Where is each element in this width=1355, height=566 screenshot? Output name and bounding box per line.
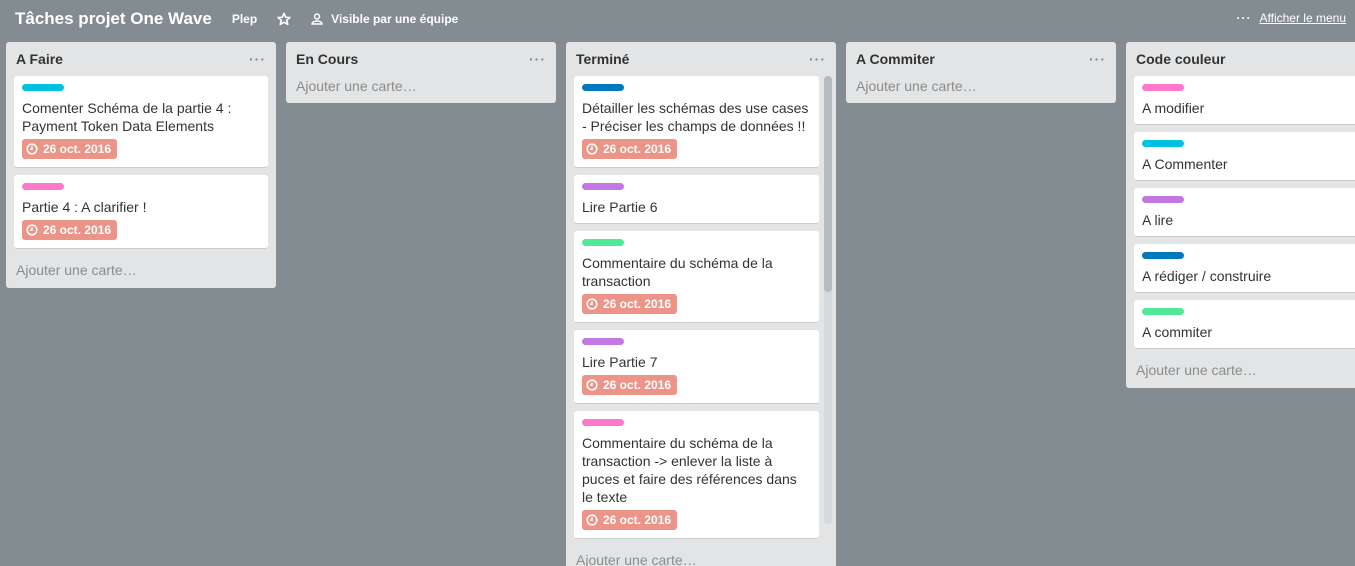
list-header: A Faire ··· (6, 42, 276, 76)
list-menu-icon[interactable]: ··· (1089, 51, 1106, 67)
card-label-blue (582, 84, 624, 91)
list-header: Code couleur (1126, 42, 1355, 76)
due-date: 26 oct. 2016 (603, 513, 672, 527)
list-title[interactable]: A Commiter (856, 51, 935, 67)
card-title: Commentaire du schéma de la transaction (582, 255, 773, 289)
list-scrollbar[interactable] (824, 76, 832, 524)
list-title[interactable]: Terminé (576, 51, 629, 67)
card-label-green (1142, 308, 1184, 315)
due-date: 26 oct. 2016 (43, 142, 112, 156)
clock-icon (586, 298, 598, 310)
cards: Détailler les schémas des use cases - Pr… (566, 76, 836, 539)
card-label-purple (582, 338, 624, 345)
due-date-badge: 26 oct. 2016 (22, 139, 118, 159)
list-en-cours: En Cours ··· Ajouter une carte… (286, 42, 556, 103)
list-termine: Terminé ··· Détailler les schémas des us… (566, 42, 836, 566)
card[interactable]: A modifier (1134, 76, 1355, 125)
board-title[interactable]: Tâches projet One Wave (15, 9, 212, 29)
card-label-green (582, 239, 624, 246)
org-name[interactable]: Plep (232, 12, 257, 26)
card[interactable]: Commentaire du schéma de la transaction 2… (574, 231, 819, 323)
clock-icon (26, 143, 38, 155)
card-label-pink (1142, 84, 1184, 91)
more-icon: ··· (1236, 11, 1252, 25)
card-title: Partie 4 : A clarifier ! (22, 199, 147, 215)
clock-icon (26, 224, 38, 236)
card-label-pink (582, 419, 624, 426)
add-card-button[interactable]: Ajouter une carte… (1126, 356, 1355, 388)
list-menu-icon[interactable]: ··· (529, 51, 546, 67)
board-header: Tâches projet One Wave Plep Visible par … (0, 0, 1355, 38)
cards: Comenter Schéma de la partie 4 : Payment… (6, 76, 276, 249)
clock-icon (586, 143, 598, 155)
add-card-button[interactable]: Ajouter une carte… (846, 76, 1116, 103)
due-date-badge: 26 oct. 2016 (22, 220, 118, 240)
card-label-blue (1142, 252, 1184, 259)
due-date: 26 oct. 2016 (603, 297, 672, 311)
card-label-cyan (1142, 140, 1184, 147)
card[interactable]: A rédiger / construire (1134, 244, 1355, 293)
card[interactable]: A commiter (1134, 300, 1355, 349)
card-label-purple (582, 183, 624, 190)
list-title[interactable]: En Cours (296, 51, 358, 67)
add-card-button[interactable]: Ajouter une carte… (566, 546, 836, 566)
add-card-button[interactable]: Ajouter une carte… (6, 256, 276, 288)
card-title: A modifier (1142, 100, 1205, 116)
visibility-label: Visible par une équipe (331, 12, 459, 26)
card[interactable]: A Commenter (1134, 132, 1355, 181)
team-icon (311, 13, 323, 25)
card-title: A rédiger / construire (1142, 268, 1272, 284)
due-date: 26 oct. 2016 (603, 142, 672, 156)
list-a-faire: A Faire ··· Comenter Schéma de la partie… (6, 42, 276, 288)
card[interactable]: Lire Partie 6 (574, 175, 819, 224)
list-a-commiter: A Commiter ··· Ajouter une carte… (846, 42, 1116, 103)
cards: A modifier A Commenter A lire A rédiger / c… (1126, 76, 1355, 349)
card-title: Lire Partie 7 (582, 354, 658, 370)
due-date-badge: 26 oct. 2016 (582, 139, 678, 159)
card-label-purple (1142, 196, 1184, 203)
card-title: Comenter Schéma de la partie 4 : Payment… (22, 100, 232, 134)
card[interactable]: Partie 4 : A clarifier ! 26 oct. 2016 (14, 175, 268, 249)
list-menu-icon[interactable]: ··· (249, 51, 266, 67)
list-menu-icon[interactable]: ··· (809, 51, 826, 67)
card-label-pink (22, 183, 64, 190)
card-title: A lire (1142, 212, 1174, 228)
list-header: A Commiter ··· (846, 42, 1116, 76)
card-title: Commentaire du schéma de la transaction … (582, 435, 797, 505)
card-title: Détailler les schémas des use cases - Pr… (582, 100, 809, 134)
star-icon[interactable] (277, 12, 291, 26)
card[interactable]: Lire Partie 7 26 oct. 2016 (574, 330, 819, 404)
due-date: 26 oct. 2016 (603, 378, 672, 392)
list-title[interactable]: A Faire (16, 51, 63, 67)
list-title[interactable]: Code couleur (1136, 51, 1225, 67)
list-code-couleur: Code couleur A modifier A Commenter A lire… (1126, 42, 1355, 388)
list-header: En Cours ··· (286, 42, 556, 76)
show-menu-label: Afficher le menu (1259, 11, 1347, 25)
add-card-button[interactable]: Ajouter une carte… (286, 76, 556, 103)
scrollbar-thumb[interactable] (824, 76, 832, 292)
card[interactable]: A lire (1134, 188, 1355, 237)
card-label-cyan (22, 84, 64, 91)
due-date-badge: 26 oct. 2016 (582, 510, 678, 530)
show-menu-button[interactable]: ··· Afficher le menu (1237, 11, 1347, 25)
due-date: 26 oct. 2016 (43, 223, 112, 237)
card[interactable]: Commentaire du schéma de la transaction … (574, 411, 819, 539)
visibility-button[interactable]: Visible par une équipe (311, 12, 458, 26)
list-header: Terminé ··· (566, 42, 836, 76)
due-date-badge: 26 oct. 2016 (582, 375, 678, 395)
clock-icon (586, 379, 598, 391)
due-date-badge: 26 oct. 2016 (582, 294, 678, 314)
clock-icon (586, 514, 598, 526)
card-title: A Commenter (1142, 156, 1228, 172)
card[interactable]: Détailler les schémas des use cases - Pr… (574, 76, 819, 168)
card-title: A commiter (1142, 324, 1213, 340)
card[interactable]: Comenter Schéma de la partie 4 : Payment… (14, 76, 268, 168)
card-title: Lire Partie 6 (582, 199, 658, 215)
